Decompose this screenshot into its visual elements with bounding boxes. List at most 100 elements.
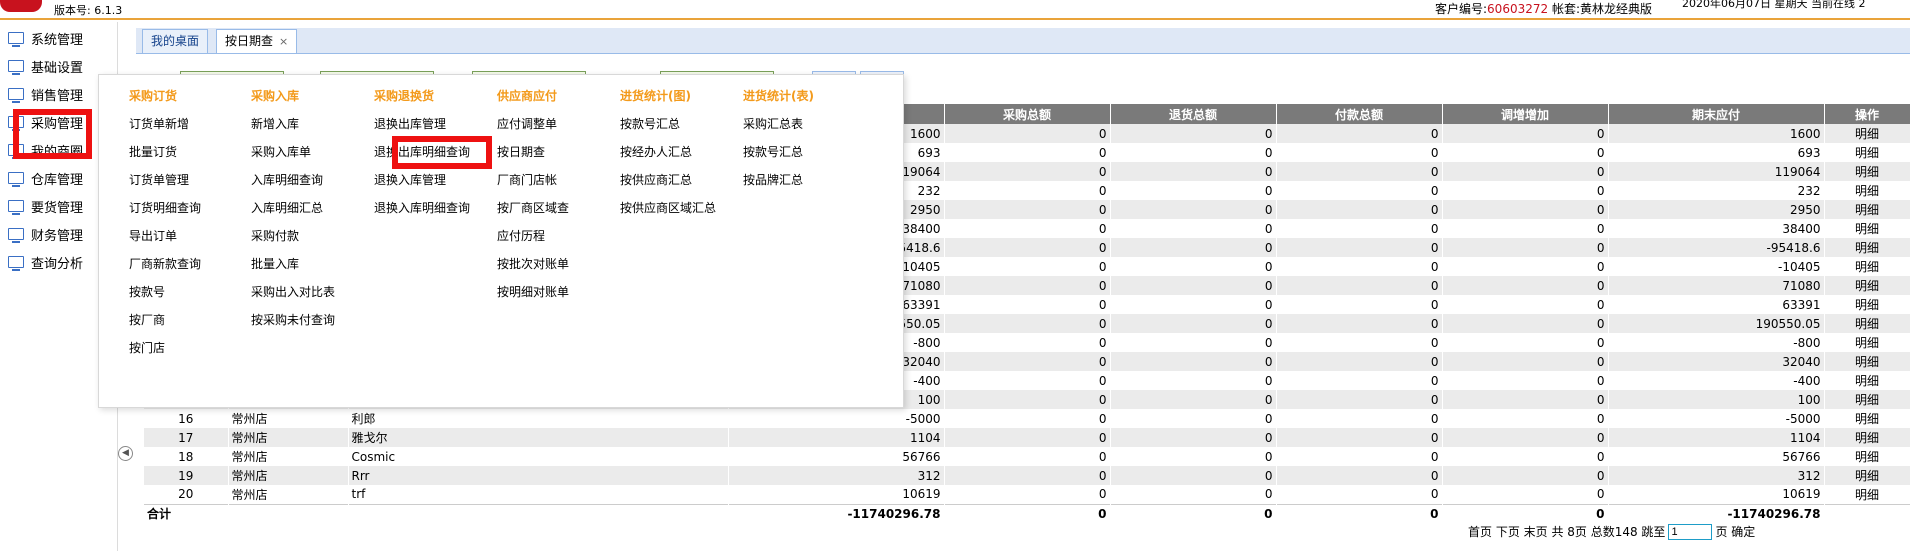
column-header: 采购总额: [944, 104, 1111, 124]
menu-item[interactable]: 采购出入对比表: [251, 283, 335, 311]
detail-link[interactable]: 明细: [1824, 466, 1910, 485]
cell-payment: 0: [1276, 238, 1443, 257]
pager-links[interactable]: 首页 下页 末页 共 8页 总数148 跳至: [1468, 523, 1665, 540]
sidebar-item-label: 财务管理: [31, 228, 84, 244]
collapse-sidebar-button[interactable]: ◀: [118, 446, 133, 461]
menu-item[interactable]: 订货单新增: [129, 115, 201, 143]
cell-purchase: 0: [944, 181, 1111, 200]
cell-closing: 100: [1608, 390, 1825, 409]
sidebar-item-0[interactable]: 系统管理: [8, 27, 83, 49]
menu-item[interactable]: 按采购未付查询: [251, 311, 335, 339]
cell-purchase: 0: [944, 162, 1111, 181]
menu-item[interactable]: 批量订货: [129, 143, 201, 171]
top-bar: 版本号: 6.1.3 客户编号:60603272 帐套:黄林龙经典版 2020年…: [0, 0, 1910, 20]
menu-item[interactable]: 入库明细查询: [251, 171, 335, 199]
cell-closing: 312: [1608, 466, 1825, 485]
tab-query-by-date[interactable]: 按日期查 ×: [216, 29, 298, 53]
detail-link[interactable]: 明细: [1824, 162, 1910, 181]
version-label: 版本号: 6.1.3: [54, 4, 123, 17]
detail-link[interactable]: 明细: [1824, 447, 1910, 466]
detail-link[interactable]: 明细: [1824, 200, 1910, 219]
menu-item[interactable]: 应付调整单: [497, 115, 569, 143]
sidebar-item-2[interactable]: 销售管理: [8, 83, 83, 105]
cell-return: 0: [1110, 428, 1277, 447]
detail-link[interactable]: 明细: [1824, 219, 1910, 238]
summary-adjust: 0: [1442, 503, 1609, 523]
detail-link[interactable]: 明细: [1824, 295, 1910, 314]
cell-return: 0: [1110, 371, 1277, 390]
cell-closing: 1600: [1608, 124, 1825, 143]
detail-link[interactable]: 明细: [1824, 428, 1910, 447]
cell-payment: 0: [1276, 276, 1443, 295]
menu-item[interactable]: 订货明细查询: [129, 199, 201, 227]
cell-return: 0: [1110, 124, 1277, 143]
pager-confirm[interactable]: 页 确定: [1715, 523, 1755, 540]
cell-opening: 312: [728, 466, 945, 485]
menu-item[interactable]: 厂商门店帐: [497, 171, 569, 199]
menu-item[interactable]: 订货单管理: [129, 171, 201, 199]
detail-link[interactable]: 明细: [1824, 143, 1910, 162]
menu-item[interactable]: 按款号汇总: [743, 143, 814, 171]
detail-link[interactable]: 明细: [1824, 238, 1910, 257]
cell-payment: 0: [1276, 295, 1443, 314]
cell-payment: 0: [1276, 124, 1443, 143]
detail-link[interactable]: 明细: [1824, 352, 1910, 371]
cell-adjust: 0: [1442, 466, 1609, 485]
cell-closing: 232: [1608, 181, 1825, 200]
menu-column-title: 采购退换货: [374, 89, 435, 103]
menu-item[interactable]: 采购入库单: [251, 143, 335, 171]
detail-link[interactable]: 明细: [1824, 371, 1910, 390]
menu-item[interactable]: 按供应商汇总: [620, 171, 716, 199]
menu-item[interactable]: 按经办人汇总: [620, 143, 716, 171]
detail-link[interactable]: 明细: [1824, 409, 1910, 428]
cell-closing: 71080: [1608, 276, 1825, 295]
close-icon[interactable]: ×: [279, 35, 288, 48]
detail-link[interactable]: 明细: [1824, 276, 1910, 295]
menu-item[interactable]: 按款号汇总: [620, 115, 716, 143]
cell-return: 0: [1110, 219, 1277, 238]
menu-item[interactable]: 厂商新款查询: [129, 255, 201, 283]
cell-return: 0: [1110, 390, 1277, 409]
menu-item[interactable]: 按品牌汇总: [743, 171, 814, 199]
cell-store: 常州店: [228, 466, 349, 485]
detail-link[interactable]: 明细: [1824, 181, 1910, 200]
cell-closing: 10619: [1608, 485, 1825, 504]
menu-item[interactable]: 入库明细汇总: [251, 199, 335, 227]
detail-link[interactable]: 明细: [1824, 390, 1910, 409]
detail-link[interactable]: 明细: [1824, 485, 1910, 504]
sidebar-item-8[interactable]: 查询分析: [8, 251, 83, 273]
page-number-input[interactable]: [1668, 523, 1713, 540]
menu-item[interactable]: 采购汇总表: [743, 115, 814, 143]
menu-item[interactable]: 按厂商区域查: [497, 199, 569, 227]
menu-item[interactable]: 批量入库: [251, 255, 335, 283]
sidebar-item-6[interactable]: 要货管理: [8, 195, 83, 217]
cell-adjust: 0: [1442, 200, 1609, 219]
sidebar-item-1[interactable]: 基础设置: [8, 55, 83, 77]
menu-item[interactable]: 按明细对账单: [497, 283, 569, 311]
menu-item[interactable]: 新增入库: [251, 115, 335, 143]
summary-opening: -11740296.78: [728, 503, 945, 523]
menu-item[interactable]: 按厂商: [129, 311, 201, 339]
cell-purchase: 0: [944, 352, 1111, 371]
menu-item[interactable]: 退换入库管理: [374, 171, 470, 199]
menu-item[interactable]: 采购付款: [251, 227, 335, 255]
detail-link[interactable]: 明细: [1824, 124, 1910, 143]
cell-opening: 1104: [728, 428, 945, 447]
menu-item[interactable]: 按日期查: [497, 143, 569, 171]
cell-return: 0: [1110, 447, 1277, 466]
menu-item[interactable]: 按门店: [129, 339, 201, 367]
detail-link[interactable]: 明细: [1824, 314, 1910, 333]
sidebar-item-7[interactable]: 财务管理: [8, 223, 83, 245]
detail-link[interactable]: 明细: [1824, 333, 1910, 352]
menu-item[interactable]: 应付历程: [497, 227, 569, 255]
menu-item[interactable]: 按批次对账单: [497, 255, 569, 283]
sidebar-item-5[interactable]: 仓库管理: [8, 167, 83, 189]
tab-my-desktop[interactable]: 我的桌面: [142, 29, 209, 53]
menu-item[interactable]: 导出订单: [129, 227, 201, 255]
summary-label: 合计: [144, 503, 229, 523]
menu-item[interactable]: 按款号: [129, 283, 201, 311]
cell-opening: -5000: [728, 409, 945, 428]
detail-link[interactable]: 明细: [1824, 257, 1910, 276]
menu-item[interactable]: 按供应商区域汇总: [620, 199, 716, 227]
menu-item[interactable]: 退换入库明细查询: [374, 199, 470, 227]
